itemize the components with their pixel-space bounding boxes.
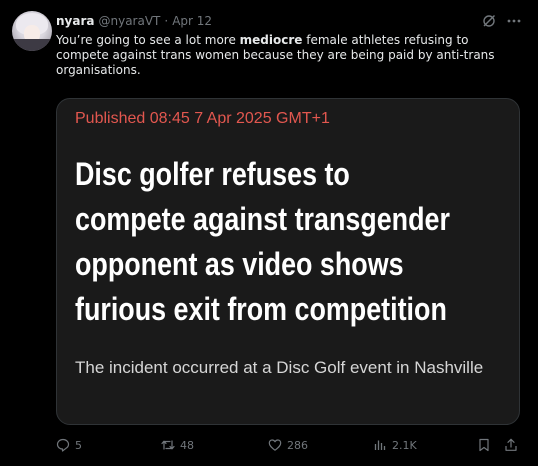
headline-line: opponent as video shows	[75, 246, 404, 282]
views-icon	[374, 440, 386, 450]
reply-count: 5	[75, 438, 82, 452]
separator-dot: ·	[164, 14, 169, 28]
bookmark-icon	[479, 438, 489, 452]
avatar-shoulders	[12, 39, 52, 51]
author-name[interactable]: nyara	[56, 14, 94, 28]
grok-icon[interactable]	[482, 14, 496, 28]
heart-icon	[268, 439, 282, 451]
views-button[interactable]: 2.1K	[373, 434, 417, 456]
article-standfirst: The incident occurred at a Disc Golf eve…	[75, 358, 484, 377]
headline-line: furious exit from competition	[75, 291, 447, 327]
like-button[interactable]: 286	[268, 434, 308, 456]
avatar[interactable]	[12, 11, 52, 51]
repost-count: 48	[180, 438, 194, 452]
reply-button[interactable]: 5	[56, 434, 82, 456]
link-card[interactable]: Published 08:45 7 Apr 2025 GMT+1 Disc go…	[56, 98, 520, 425]
like-count: 286	[287, 438, 308, 452]
share-button[interactable]	[504, 434, 518, 456]
published-timestamp: Published 08:45 7 Apr 2025 GMT+1	[75, 110, 330, 127]
post-header: nyara @nyaraVT · Apr 12	[56, 13, 212, 29]
reply-icon	[56, 438, 70, 452]
post-date[interactable]: Apr 12	[172, 14, 212, 28]
repost-button[interactable]: 48	[161, 434, 194, 456]
article-headline: Disc golfer refuses to compete against t…	[75, 152, 450, 332]
post-text: You’re going to see a lot more mediocre …	[56, 33, 524, 78]
post: nyara @nyaraVT · Apr 12 You’re going to …	[0, 0, 538, 466]
post-text-bold: mediocre	[239, 33, 303, 47]
more-icon[interactable]	[506, 14, 522, 28]
headline-line: Disc golfer refuses to	[75, 156, 350, 192]
author-handle[interactable]: @nyaraVT	[98, 14, 160, 28]
headline-line: compete against transgender	[75, 201, 450, 237]
repost-icon	[161, 440, 175, 450]
bookmark-button[interactable]	[477, 434, 491, 456]
views-count: 2.1K	[392, 438, 417, 452]
share-icon	[505, 438, 517, 451]
post-text-start: You’re going to see a lot more	[56, 33, 240, 47]
action-bar: 5 48 286 2.1K	[0, 434, 538, 456]
